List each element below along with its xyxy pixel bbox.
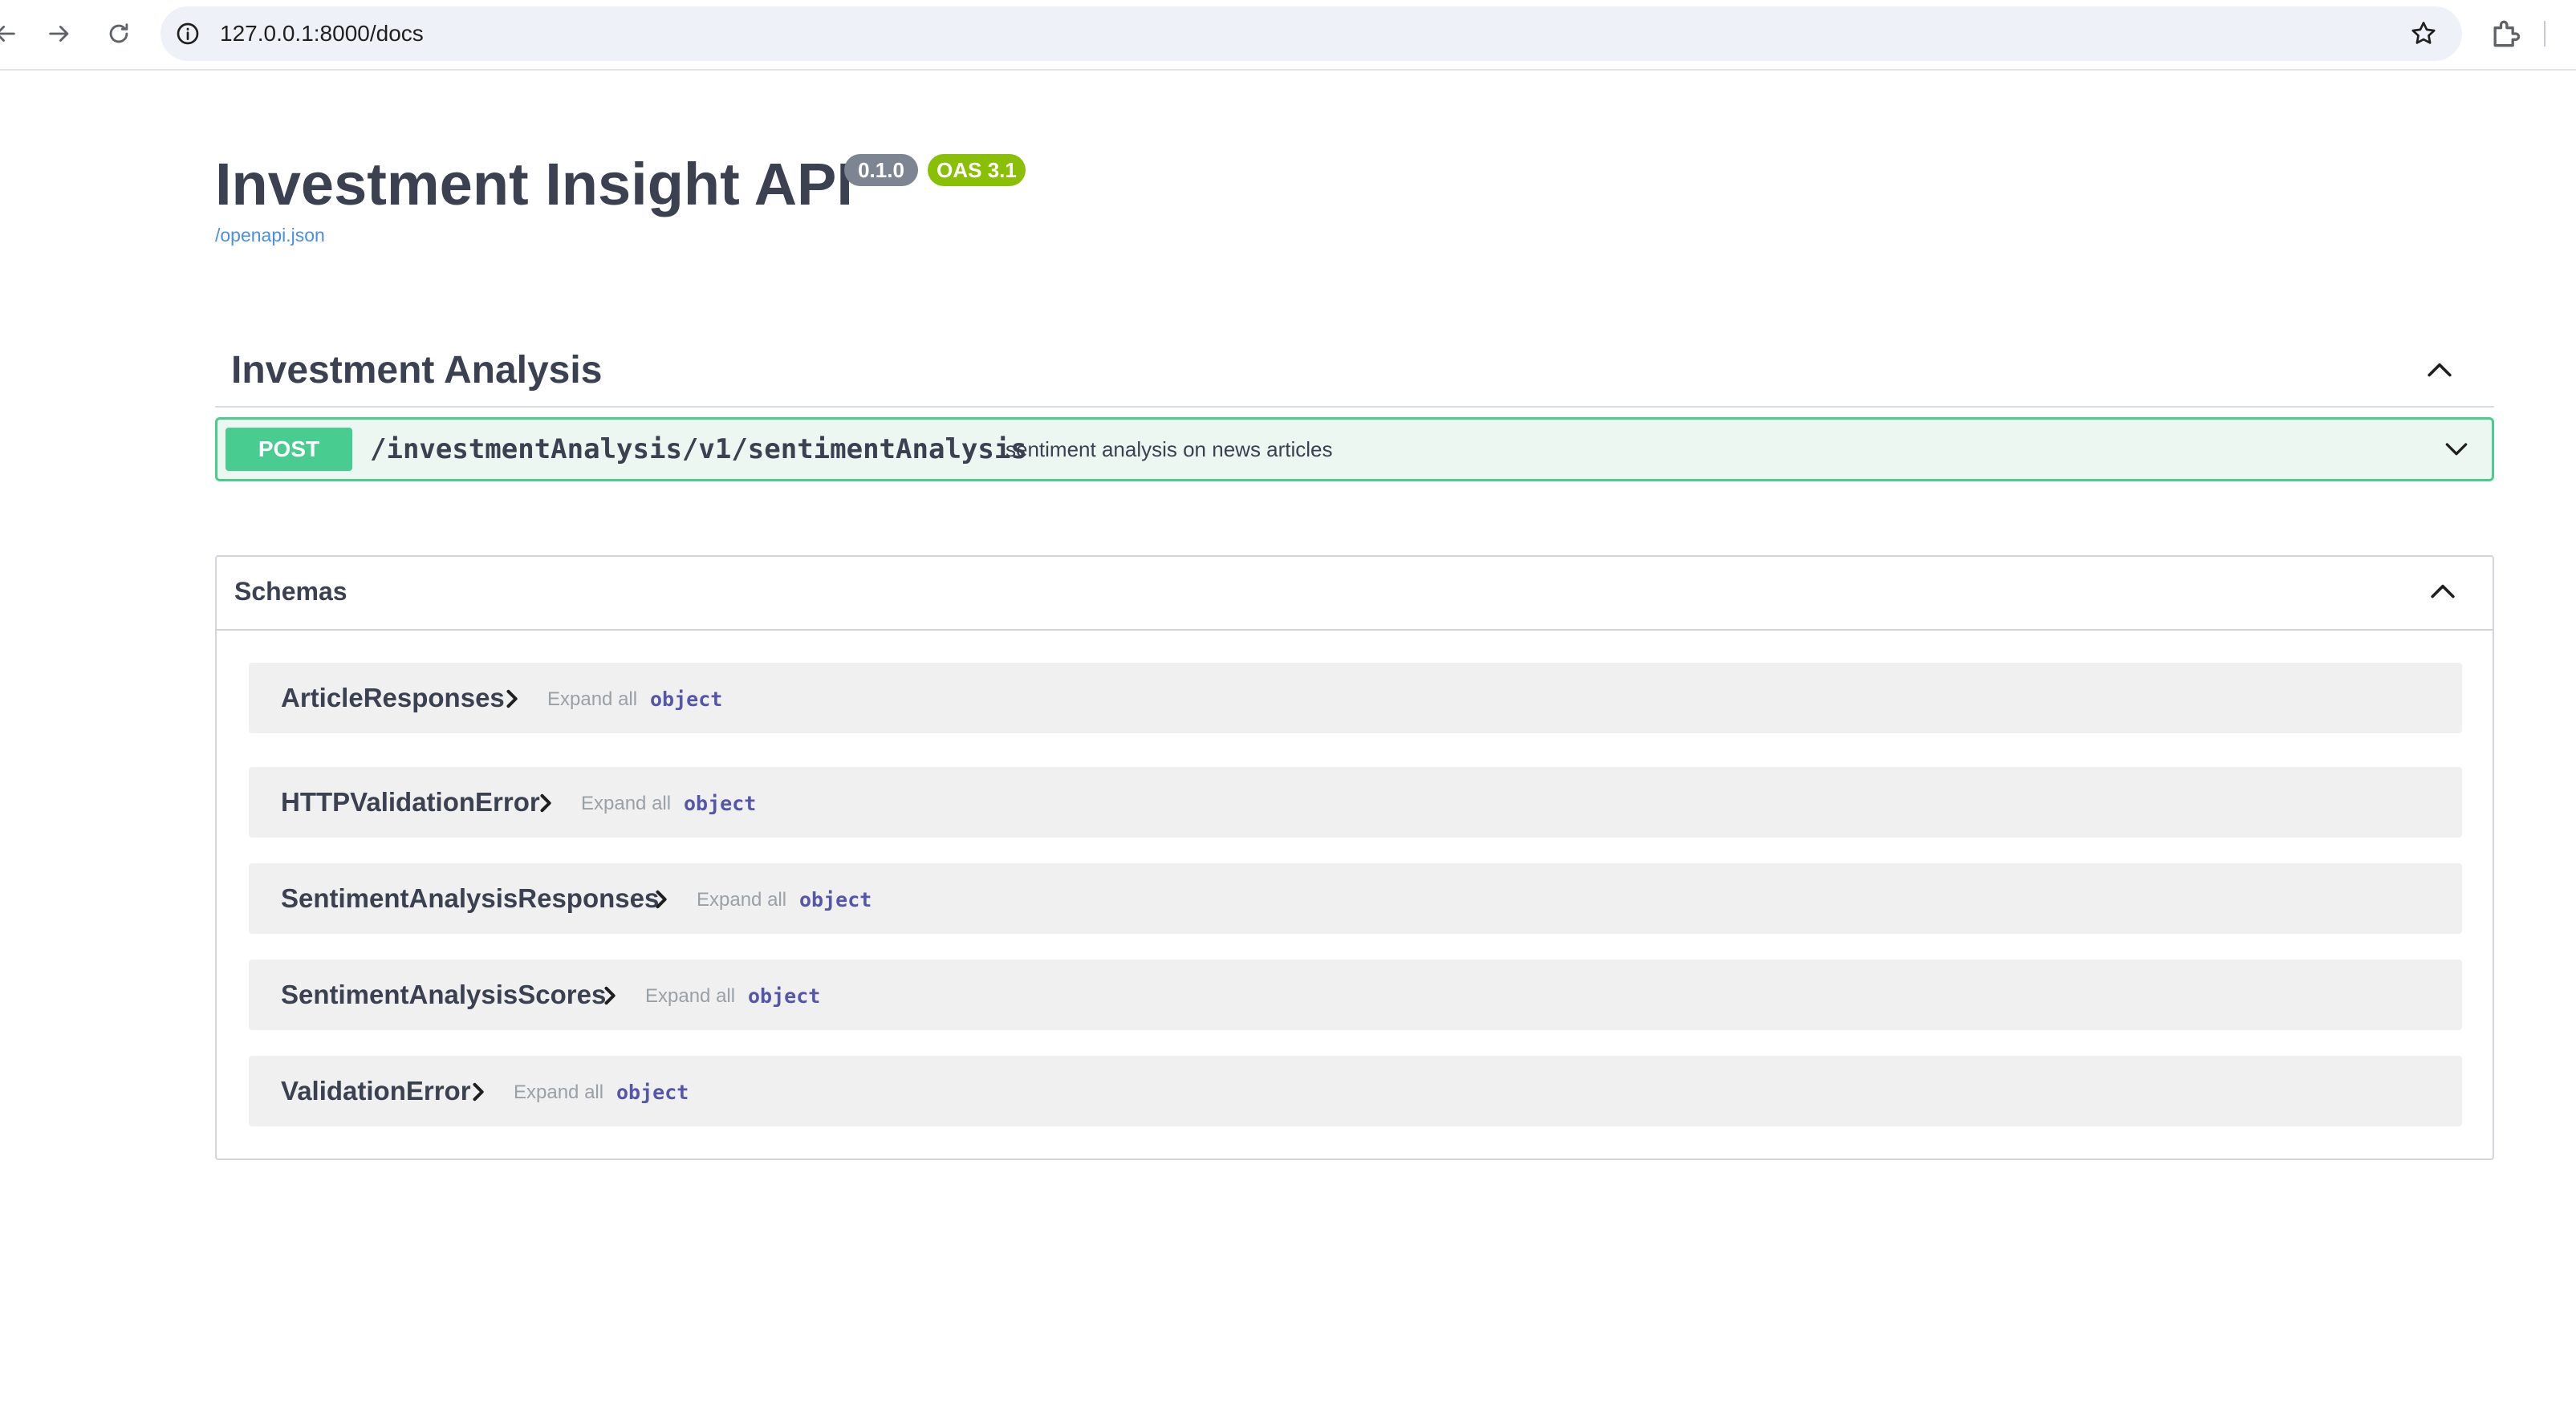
toolbar-divider	[2544, 21, 2546, 47]
operation-summary: sentiment analysis on news articles	[1006, 437, 1333, 461]
operation-path[interactable]: /investmentAnalysis/v1/sentimentAnalysis	[370, 420, 1027, 479]
expand-all-button[interactable]: Expand all	[645, 960, 735, 1033]
chevron-right-icon[interactable]	[504, 688, 522, 709]
schema-name[interactable]: ArticleResponses	[281, 663, 505, 733]
info-icon[interactable]	[175, 21, 201, 47]
api-title: Investment Insight API	[215, 151, 853, 217]
url-text[interactable]: 127.0.0.1:8000/docs	[220, 6, 424, 61]
star-icon[interactable]	[2409, 19, 2438, 48]
schema-name[interactable]: HTTPValidationError	[281, 767, 540, 838]
address-bar[interactable]: 127.0.0.1:8000/docs	[160, 6, 2462, 61]
extensions-icon[interactable]	[2488, 16, 2523, 51]
expand-all-button[interactable]: Expand all	[581, 767, 671, 841]
tag-section-header[interactable]: Investment Analysis	[215, 334, 2494, 408]
chevron-right-icon[interactable]	[470, 1081, 488, 1102]
chevron-up-icon[interactable]	[2425, 574, 2460, 610]
back-icon[interactable]	[0, 16, 22, 51]
chevron-right-icon[interactable]	[602, 985, 620, 1006]
schema-row-sentiment-analysis-responses[interactable]: SentimentAnalysisResponses Expand all ob…	[249, 863, 2462, 934]
schema-row-article-responses[interactable]: ArticleResponses Expand all object	[249, 663, 2462, 733]
schema-name[interactable]: SentimentAnalysisScores	[281, 960, 606, 1030]
schema-row-sentiment-analysis-scores[interactable]: SentimentAnalysisScores Expand all objec…	[249, 960, 2462, 1030]
chevron-right-icon[interactable]	[653, 889, 671, 910]
chevron-down-icon[interactable]	[2440, 432, 2472, 465]
schema-row-validation-error[interactable]: ValidationError Expand all object	[249, 1056, 2462, 1126]
schemas-title[interactable]: Schemas	[234, 557, 347, 626]
openapi-json-link[interactable]: /openapi.json	[215, 225, 325, 246]
schema-name[interactable]: SentimentAnalysisResponses	[281, 863, 659, 934]
version-badge: 0.1.0	[844, 154, 918, 186]
schema-type: object	[616, 1081, 689, 1104]
expand-all-button[interactable]: Expand all	[547, 663, 637, 736]
browser-toolbar: 127.0.0.1:8000/docs	[0, 0, 2576, 71]
schema-type: object	[799, 888, 872, 911]
schema-name[interactable]: ValidationError	[281, 1056, 471, 1126]
tag-title[interactable]: Investment Analysis	[231, 334, 602, 408]
schema-type: object	[684, 792, 757, 815]
chevron-right-icon[interactable]	[538, 793, 555, 814]
schema-type: object	[650, 688, 723, 711]
chevron-up-icon[interactable]	[2422, 353, 2457, 388]
method-badge: POST	[226, 428, 352, 471]
forward-icon[interactable]	[42, 16, 77, 51]
expand-all-button[interactable]: Expand all	[697, 863, 786, 937]
schemas-header[interactable]: Schemas	[217, 557, 2493, 631]
schema-row-http-validation-error[interactable]: HTTPValidationError Expand all object	[249, 767, 2462, 838]
oas-badge: OAS 3.1	[928, 154, 1026, 186]
schemas-section: Schemas ArticleResponses Expand all obje…	[215, 555, 2494, 1160]
reload-icon[interactable]	[101, 16, 136, 51]
expand-all-button[interactable]: Expand all	[514, 1056, 603, 1130]
schema-type: object	[748, 984, 821, 1008]
operation-post-sentiment-analysis[interactable]: POST /investmentAnalysis/v1/sentimentAna…	[215, 417, 2494, 481]
